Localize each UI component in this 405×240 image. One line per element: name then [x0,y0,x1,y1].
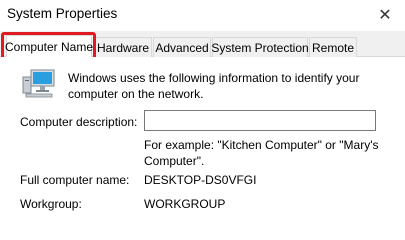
computer-icon [22,69,55,98]
tab-hardware[interactable]: Hardware [94,37,152,57]
close-icon[interactable]: ✕ [378,5,391,25]
tab-remote[interactable]: Remote [309,37,357,57]
workgroup-label: Workgroup: [20,197,82,211]
tab-advanced[interactable]: Advanced [153,37,211,57]
workgroup-value: WORKGROUP [144,197,226,211]
close-button[interactable]: ✕ [365,0,405,30]
title-bar: System Properties ✕ [0,0,405,31]
tab-system-protection[interactable]: System Protection [211,37,309,57]
full-computer-name-value: DESKTOP-DS0VFGI [144,173,257,187]
description-example-text: For example: "Kitchen Computer" or "Mary… [144,138,379,168]
intro-text: Windows uses the following information t… [68,71,360,101]
full-computer-name-label: Full computer name: [20,173,130,187]
window-title: System Properties [7,6,118,21]
computer-description-input[interactable] [144,110,376,131]
computer-description-label: Computer description: [20,115,138,129]
